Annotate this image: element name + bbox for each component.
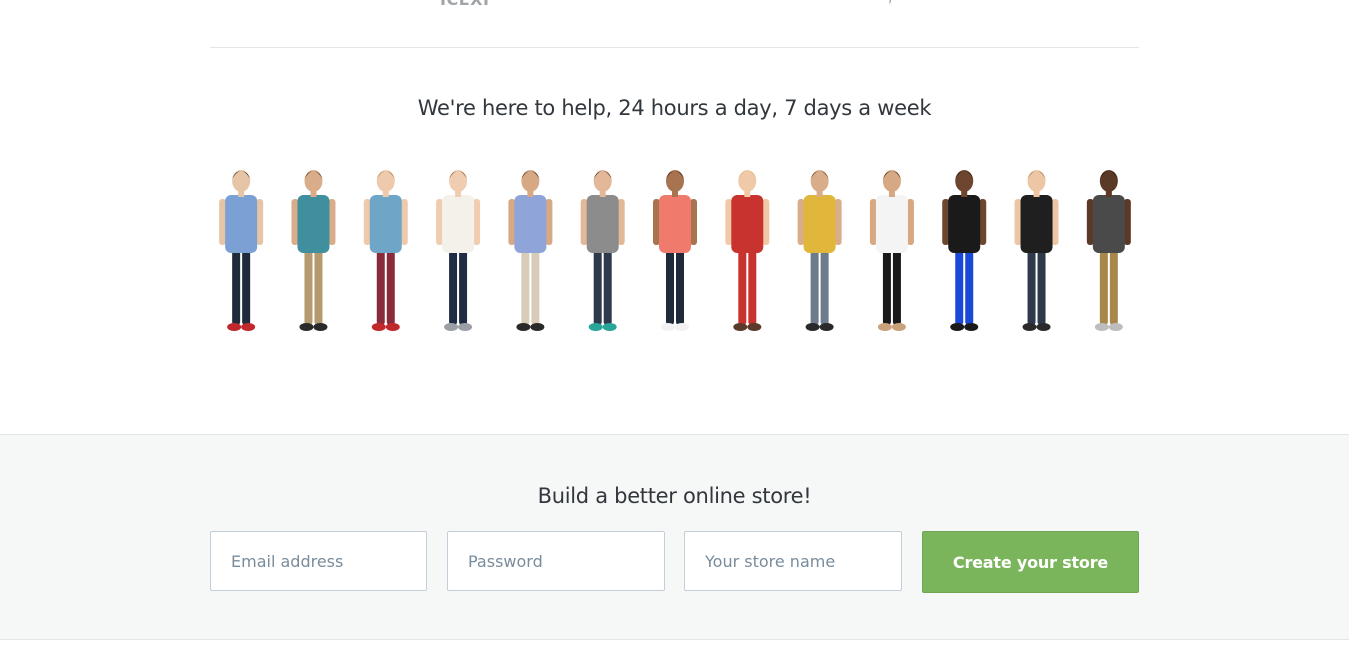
team-member (1086, 170, 1131, 331)
team-member (653, 170, 697, 331)
section-divider (210, 47, 1139, 48)
store-name-field[interactable] (684, 531, 902, 591)
team-member (219, 170, 264, 331)
password-field[interactable] (447, 531, 665, 591)
email-field[interactable] (210, 531, 427, 591)
team-member (869, 170, 914, 331)
support-heading: We're here to help, 24 hours a day, 7 da… (417, 96, 932, 120)
team-member (942, 170, 987, 331)
team-member (436, 170, 481, 331)
team-member (797, 170, 842, 331)
signup-section: Build a better online store! Create your… (0, 434, 1349, 640)
team-member (363, 170, 408, 331)
support-team-photo (219, 170, 1131, 331)
team-member (1014, 170, 1059, 331)
team-member (580, 170, 625, 331)
top-cutoff-text-right: , (888, 0, 892, 6)
team-member (291, 170, 336, 331)
team-member (508, 170, 553, 331)
create-store-button[interactable]: Create your store (922, 531, 1139, 593)
signup-heading: Build a better online store! (537, 484, 812, 508)
team-member (725, 170, 770, 331)
top-cutoff-text: ICEXI (440, 0, 489, 9)
